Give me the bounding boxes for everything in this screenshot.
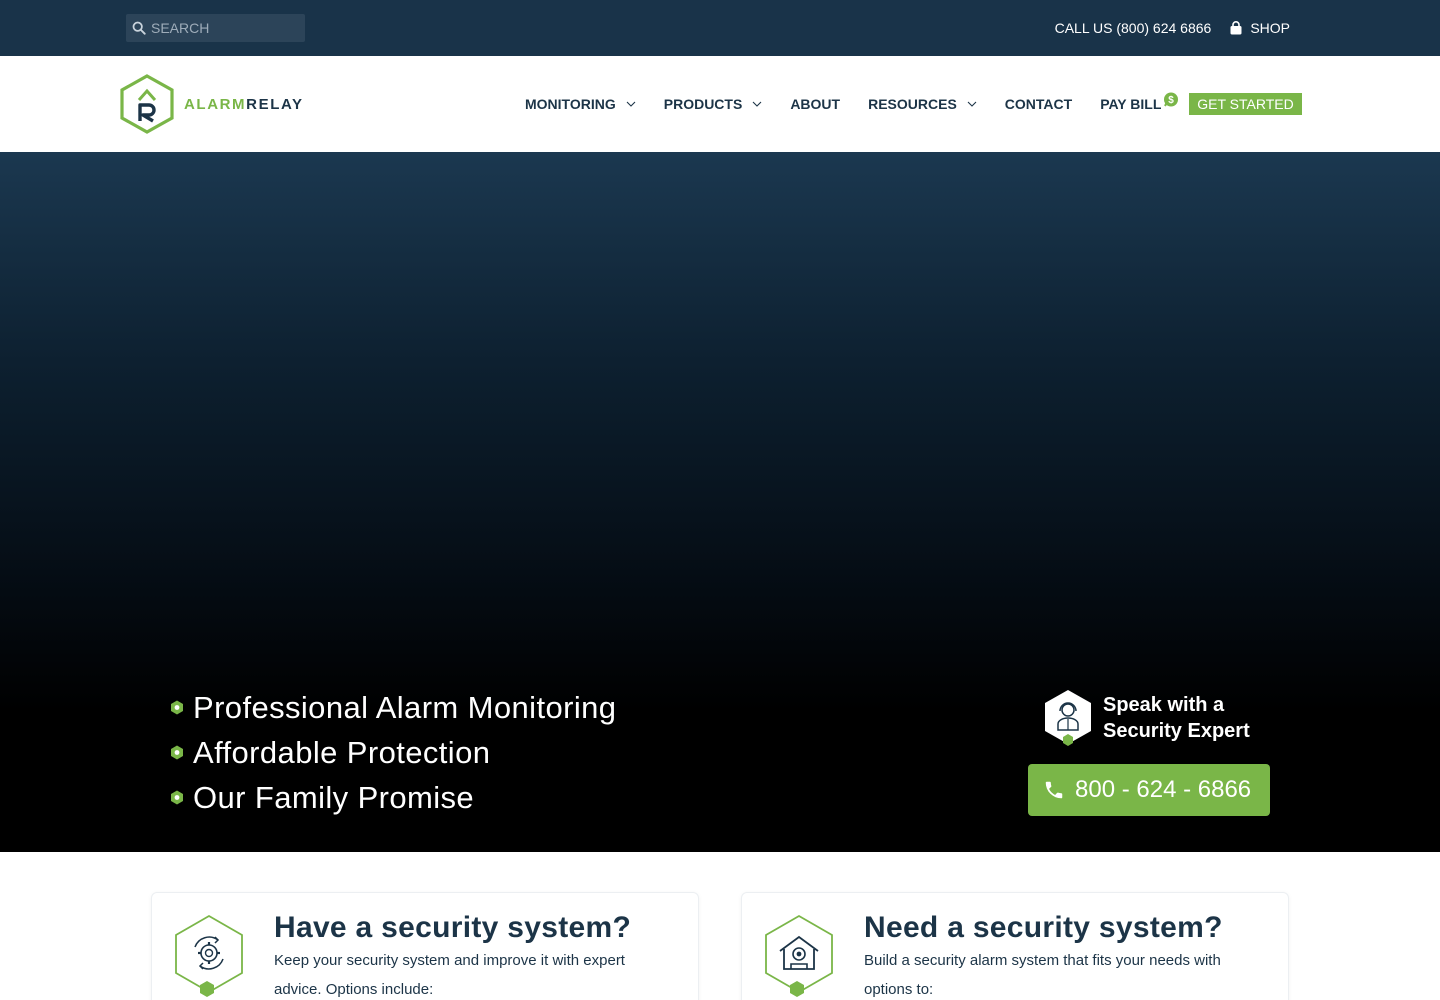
hero-section: Professional Alarm Monitoring Affordable…: [0, 152, 1440, 852]
call-phone-button[interactable]: 800 - 624 - 6866: [1028, 764, 1270, 816]
alarm-relay-logo-icon: [120, 74, 174, 134]
nav-label: PRODUCTS: [663, 96, 743, 112]
phone-icon: [1045, 781, 1063, 799]
expert-text: Speak with a Security Expert: [1103, 692, 1263, 744]
nav-item-about[interactable]: ABOUT: [790, 96, 840, 112]
search-input[interactable]: [151, 20, 301, 36]
nav-label: PAY BILL: [1100, 96, 1162, 112]
nav-label: RESOURCES: [868, 96, 957, 112]
chevron-down-icon: [752, 101, 762, 107]
feature-text: Professional Alarm Monitoring: [193, 689, 617, 725]
search-box[interactable]: [126, 14, 305, 42]
nav-item-resources[interactable]: RESOURCES: [868, 96, 977, 112]
topbar-links: CALL US (800) 624 6866 SHOP: [1055, 0, 1290, 56]
nav-item-products[interactable]: PRODUCTS: [664, 96, 763, 112]
dollar-badge-icon: $: [1164, 92, 1179, 107]
get-started-button[interactable]: GET STARTED: [1189, 93, 1302, 115]
nav-label: MONITORING: [525, 96, 616, 112]
chevron-down-icon: [967, 101, 977, 107]
call-us-label: CALL US (800) 624 6866: [1054, 20, 1212, 36]
logo[interactable]: ALARMRELAY: [118, 73, 328, 135]
nav-item-contact[interactable]: CONTACT: [1005, 96, 1072, 112]
chevron-down-icon: [626, 101, 636, 107]
expert-line-2: Security Expert: [1103, 720, 1250, 742]
green-hexagon-bullet-icon: [171, 790, 183, 805]
shop-label: SHOP: [1250, 20, 1290, 36]
feature-text: Affordable Protection: [193, 734, 491, 770]
top-bar: CALL US (800) 624 6866 SHOP: [0, 0, 1440, 56]
house-camera-icon: [765, 914, 833, 997]
logo-text-alarm: ALARM: [184, 95, 247, 113]
have-system-card[interactable]: Have a security system? Keep your securi…: [151, 892, 699, 1000]
nav-item-monitoring[interactable]: MONITORING: [525, 96, 636, 112]
svg-text:$: $: [1169, 95, 1175, 106]
green-hexagon-bullet-icon: [171, 700, 183, 715]
support-agent-icon: [1045, 690, 1091, 746]
logo-text-relay: RELAY: [246, 95, 304, 113]
feature-item: Our Family Promise: [170, 775, 616, 820]
card-text: Keep your security system and improve it…: [274, 952, 625, 998]
feature-list: Professional Alarm Monitoring Affordable…: [170, 685, 616, 820]
gear-cycle-icon: [175, 914, 243, 997]
logo-text: ALARMRELAY: [184, 96, 304, 113]
expert-line-1: Speak with a: [1103, 694, 1225, 716]
phone-number: 800 - 624 - 6866: [1075, 776, 1252, 803]
call-us-link[interactable]: CALL US (800) 624 6866: [1055, 20, 1212, 36]
search-icon: [132, 21, 146, 35]
card-title: Have a security system?: [274, 911, 632, 944]
green-hexagon-bullet-icon: [171, 745, 183, 760]
feature-item: Affordable Protection: [170, 730, 616, 775]
card-text: Build a security alarm system that fits …: [864, 952, 1221, 998]
nav-menu: MONITORING PRODUCTS ABOUT RESOURCES CONT…: [525, 56, 1189, 152]
nav-label: CONTACT: [1004, 96, 1073, 112]
nav-item-pay-bill[interactable]: PAY BILL $: [1100, 92, 1179, 112]
need-system-card[interactable]: Need a security system? Build a security…: [741, 892, 1289, 1000]
nav-label: ABOUT: [790, 96, 841, 112]
shopping-bag-icon: [1230, 21, 1242, 35]
card-title: Need a security system?: [864, 911, 1223, 944]
speak-with-expert: Speak with a Security Expert: [1042, 688, 1263, 748]
feature-text: Our Family Promise: [193, 779, 475, 815]
feature-item: Professional Alarm Monitoring: [170, 685, 616, 730]
main-nav: ALARMRELAY MONITORING PRODUCTS ABOUT RES…: [0, 56, 1440, 152]
shop-link[interactable]: SHOP: [1229, 20, 1290, 36]
